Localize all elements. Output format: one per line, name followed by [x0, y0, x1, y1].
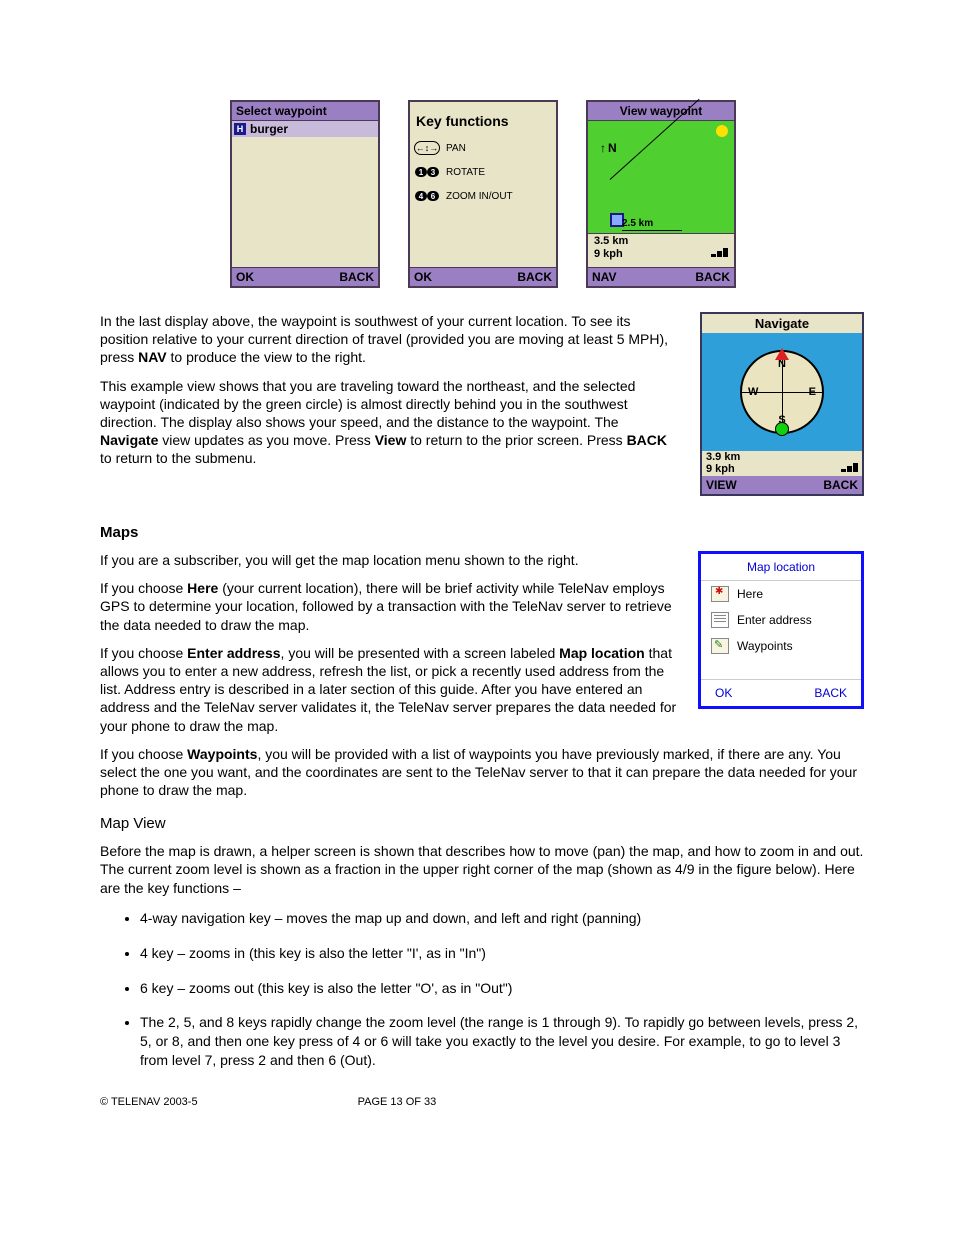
waypoint-map: N 2.5 km [588, 121, 734, 234]
distance-readout: 3.9 km [702, 451, 862, 464]
menu-item-enter-address[interactable]: Enter address [701, 607, 861, 633]
waypoint-indicator-icon [775, 422, 789, 436]
softkey-back[interactable]: BACK [517, 270, 552, 284]
softkey-nav[interactable]: NAV [592, 270, 616, 284]
softkey-back[interactable]: BACK [339, 270, 374, 284]
menu-title: Map location [701, 554, 861, 581]
screen-title: Select waypoint [232, 102, 378, 121]
pan-label: PAN [446, 143, 466, 154]
pan-key-icon: ←↕→ [414, 141, 440, 155]
screen-title: View waypoint [588, 102, 734, 121]
heading-maps: Maps [100, 524, 864, 541]
speed-readout: 9 kph [702, 463, 862, 476]
menu-item-here[interactable]: Here [701, 581, 861, 607]
waypoint-row[interactable]: H burger [232, 121, 378, 137]
compass-area: N E S W [702, 333, 862, 451]
zoom-keys-icon: 4 6 [414, 189, 440, 203]
north-indicator: N [608, 141, 617, 155]
rotate-label: ROTATE [446, 167, 485, 178]
rotate-keys-icon: 1 3 [414, 165, 440, 179]
list-item: The 2, 5, and 8 keys rapidly change the … [140, 1013, 864, 1070]
list-item: 4-way navigation key – moves the map up … [140, 909, 864, 928]
softkey-view[interactable]: VIEW [706, 478, 737, 492]
menu-item-waypoints[interactable]: Waypoints [701, 633, 861, 659]
waypoint-label: burger [250, 122, 288, 136]
softkey-back[interactable]: BACK [814, 686, 847, 700]
phone-screens-row: Select waypoint H burger OK BACK Key fun… [230, 100, 864, 288]
screen-key-functions: Key functions ←↕→ PAN 1 3 ROTATE 4 6 [408, 100, 558, 288]
softkey-back[interactable]: BACK [823, 478, 858, 492]
waypoints-icon [711, 638, 729, 654]
softkey-ok[interactable]: OK [414, 270, 432, 284]
softkey-ok[interactable]: OK [236, 270, 254, 284]
heading-map-view: Map View [100, 815, 864, 832]
key-functions-title: Key functions [416, 113, 552, 129]
screen-view-waypoint: View waypoint N 2.5 km 3.5 km 9 kph NAV … [586, 100, 736, 288]
para-6: If you choose Waypoints, you will be pro… [100, 745, 864, 800]
softkey-ok[interactable]: OK [715, 686, 732, 700]
page-footer: © TELENAV 2003-5 PAGE 13 OF 33 [100, 1096, 864, 1108]
signal-bars-icon [840, 463, 858, 476]
copyright: © TELENAV 2003-5 [100, 1096, 198, 1108]
distance-readout: 3.5 km [592, 235, 730, 248]
screen-select-waypoint: Select waypoint H burger OK BACK [230, 100, 380, 288]
page-number: PAGE 13 OF 33 [358, 1096, 437, 1108]
screen-map-location: Map location Here Enter address Waypoint… [698, 551, 864, 709]
list-item: 4 key – zooms in (this key is also the l… [140, 944, 864, 963]
zoom-label: ZOOM IN/OUT [446, 191, 513, 202]
sun-icon [716, 125, 728, 137]
compass-icon: N E S W [740, 350, 824, 434]
here-icon [711, 586, 729, 602]
signal-bars-icon [710, 248, 728, 261]
screen-title: Navigate [702, 314, 862, 333]
waypoint-icon: H [234, 123, 246, 135]
para-7: Before the map is drawn, a helper screen… [100, 842, 864, 897]
softkey-back[interactable]: BACK [695, 270, 730, 284]
heading-indicator-icon [775, 348, 789, 360]
speed-readout: 9 kph [592, 248, 730, 261]
list-item: 6 key – zooms out (this key is also the … [140, 979, 864, 998]
scale-ruler: 2.5 km [622, 218, 653, 229]
screen-navigate: Navigate N E S W 3.9 km 9 kph VIEW BACK [700, 312, 864, 496]
key-functions-list: 4-way navigation key – moves the map up … [140, 909, 864, 1070]
address-icon [711, 612, 729, 628]
